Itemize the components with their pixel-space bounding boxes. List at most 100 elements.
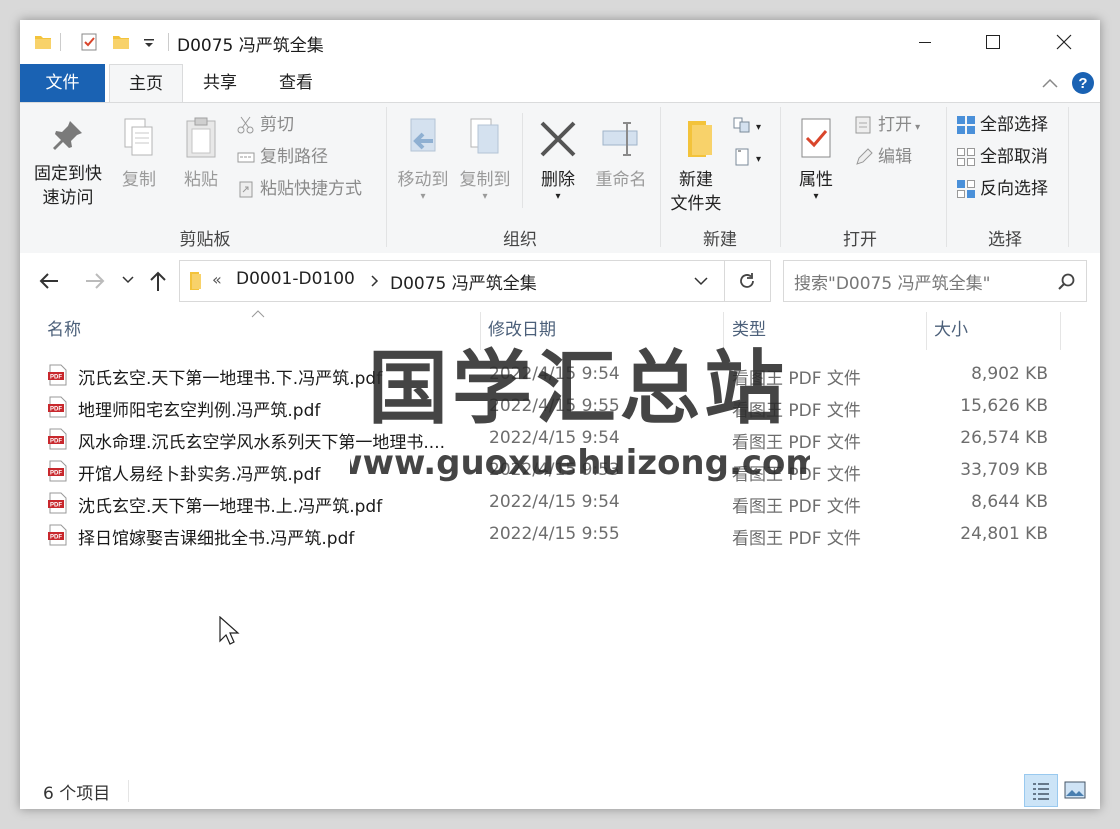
search-box[interactable]: 搜索"D0075 冯严筑全集" [783, 260, 1087, 302]
mouse-cursor-icon [219, 616, 240, 645]
refresh-button[interactable] [724, 260, 771, 302]
new-folder-icon [688, 121, 712, 157]
group-label-open: 打开 [843, 230, 877, 250]
group-label-clipboard: 剪贴板 [179, 230, 231, 250]
paste-label: 粘贴 [184, 170, 218, 190]
open-icon [855, 116, 871, 134]
title-bar: D0075 冯严筑全集 [20, 20, 1100, 64]
tab-share[interactable]: 共享 [190, 64, 250, 102]
column-divider[interactable] [926, 312, 927, 350]
copy-to-icon [470, 118, 499, 154]
invert-selection-button[interactable]: 反向选择 [956, 175, 1048, 203]
properties-quick-icon[interactable] [80, 33, 98, 51]
tab-view[interactable]: 查看 [266, 64, 326, 102]
ribbon-divider [660, 107, 661, 247]
close-button[interactable] [1041, 20, 1087, 64]
back-arrow-icon[interactable] [38, 271, 60, 291]
file-name: 沈氏玄空.天下第一地理书.上.冯严筑.pdf [78, 497, 383, 517]
properties-label: 属性 [799, 170, 833, 190]
paste-button[interactable]: 粘贴 [178, 117, 224, 192]
scissors-icon [237, 116, 254, 134]
maximize-button[interactable] [970, 20, 1016, 64]
file-row[interactable]: PDF 沈氏玄空.天下第一地理书.上.冯严筑.pdf 2022/4/15 9:54 看… [44, 488, 1074, 520]
large-icons-view-icon [1064, 781, 1086, 799]
file-date: 2022/4/15 9:55 [489, 524, 620, 544]
minimize-button[interactable] [902, 20, 948, 64]
column-divider[interactable] [1060, 312, 1061, 350]
svg-text:?: ? [1078, 75, 1087, 92]
ribbon-divider [946, 107, 947, 247]
easy-access-button[interactable]: ▾ [732, 143, 761, 171]
new-folder-button[interactable]: 新建 文件夹 [666, 117, 726, 216]
ribbon-divider [1068, 107, 1069, 247]
tab-home[interactable]: 主页 [109, 64, 183, 103]
move-to-icon [410, 118, 436, 152]
copy-to-button[interactable]: 复制到 ▾ [456, 117, 514, 202]
chevron-down-icon[interactable] [694, 276, 708, 286]
delete-button[interactable]: 删除 ▾ [532, 117, 584, 202]
file-name: 开馆人易经卜卦实务.冯严筑.pdf [78, 465, 321, 485]
file-date: 2022/4/15 9:55 [489, 396, 620, 416]
move-to-button[interactable]: 移动到 ▾ [394, 117, 452, 202]
delete-icon [540, 121, 576, 157]
item-count: 6 个项目 [43, 784, 111, 804]
file-row[interactable]: PDF 风水命理.沉氏玄空学风水系列天下第一地理书.... 2022/4/15 9:… [44, 424, 1074, 456]
navigation-bar: « D0001-D0100 D0075 冯严筑全集 搜索"D0075 冯严筑全集… [20, 253, 1100, 309]
rename-label: 重命名 [595, 170, 647, 190]
tab-file[interactable]: 文件 [20, 64, 105, 102]
edit-button[interactable]: 编辑 [854, 143, 912, 171]
svg-text:PDF: PDF [50, 535, 62, 541]
search-icon[interactable] [1058, 273, 1076, 291]
edit-label: 编辑 [878, 147, 912, 167]
pdf-file-icon: PDF [48, 492, 67, 514]
column-header-type[interactable]: 类型 [732, 310, 766, 350]
details-view-button[interactable] [1024, 774, 1058, 807]
rename-button[interactable]: 重命名 [590, 117, 652, 192]
chevron-right-icon[interactable] [370, 275, 380, 287]
close-icon [1056, 34, 1072, 50]
select-all-button[interactable]: 全部选择 [956, 111, 1048, 139]
address-bar[interactable]: « D0001-D0100 D0075 冯严筑全集 [179, 260, 725, 302]
pin-quick-access-button[interactable]: 固定到快 速访问 [28, 117, 108, 210]
column-divider[interactable] [480, 312, 481, 350]
copy-path-button[interactable]: 复制路径 [236, 143, 328, 171]
customize-quick-access-icon[interactable] [140, 33, 158, 51]
cut-label: 剪切 [260, 115, 294, 135]
column-header-size[interactable]: 大小 [934, 310, 968, 350]
file-row[interactable]: PDF 沉氏玄空.天下第一地理书.下.冯严筑.pdf 2022/4/15 9:54 看… [44, 360, 1074, 392]
paste-shortcut-button[interactable]: 粘贴快捷方式 [236, 175, 362, 203]
breadcrumb-overflow[interactable]: « [212, 270, 222, 289]
copy-button[interactable]: 复制 [116, 117, 162, 192]
column-divider[interactable] [723, 312, 724, 350]
new-folder-label-line1: 新建 [679, 170, 713, 190]
pdf-file-icon: PDF [48, 460, 67, 482]
file-row[interactable]: PDF 地理师阳宅玄空判例.冯严筑.pdf 2022/4/15 9:55 看图王 PD… [44, 392, 1074, 424]
ribbon-divider [780, 107, 781, 247]
file-size: 15,626 KB [960, 396, 1048, 416]
column-header-name[interactable]: 名称 [47, 310, 81, 350]
maximize-icon [986, 35, 1000, 49]
recent-locations-chevron-icon[interactable] [122, 275, 134, 285]
collapse-ribbon-icon[interactable] [1041, 76, 1059, 90]
properties-button[interactable]: 属性 ▾ [790, 117, 842, 202]
file-row[interactable]: PDF 择日馆嫁娶吉课细批全书.冯严筑.pdf 2022/4/15 9:55 看图王 … [44, 520, 1074, 552]
cut-button[interactable]: 剪切 [236, 111, 294, 139]
open-button[interactable]: 打开 ▾ [854, 111, 920, 139]
large-icons-view-button[interactable] [1061, 776, 1089, 804]
file-row[interactable]: PDF 开馆人易经卜卦实务.冯严筑.pdf 2022/4/15 9:53 看图王 PD… [44, 456, 1074, 488]
select-none-button[interactable]: 全部取消 [956, 143, 1048, 171]
move-to-label: 移动到 [397, 170, 449, 190]
column-header-date[interactable]: 修改日期 [488, 310, 556, 350]
breadcrumb-item-current[interactable]: D0075 冯严筑全集 [390, 269, 537, 294]
new-item-button[interactable]: ▾ [732, 111, 761, 139]
invert-selection-label: 反向选择 [980, 179, 1048, 199]
group-label-new: 新建 [703, 230, 737, 250]
pin-label-line2: 速访问 [42, 188, 94, 208]
breadcrumb-item-parent[interactable]: D0001-D0100 [236, 269, 355, 289]
new-folder-quick-icon[interactable] [112, 33, 130, 51]
help-icon[interactable]: ? [1071, 71, 1095, 95]
up-arrow-icon[interactable] [148, 269, 168, 293]
select-none-label: 全部取消 [980, 147, 1048, 167]
window-title: D0075 冯严筑全集 [177, 36, 324, 56]
forward-arrow-icon[interactable] [84, 271, 106, 291]
